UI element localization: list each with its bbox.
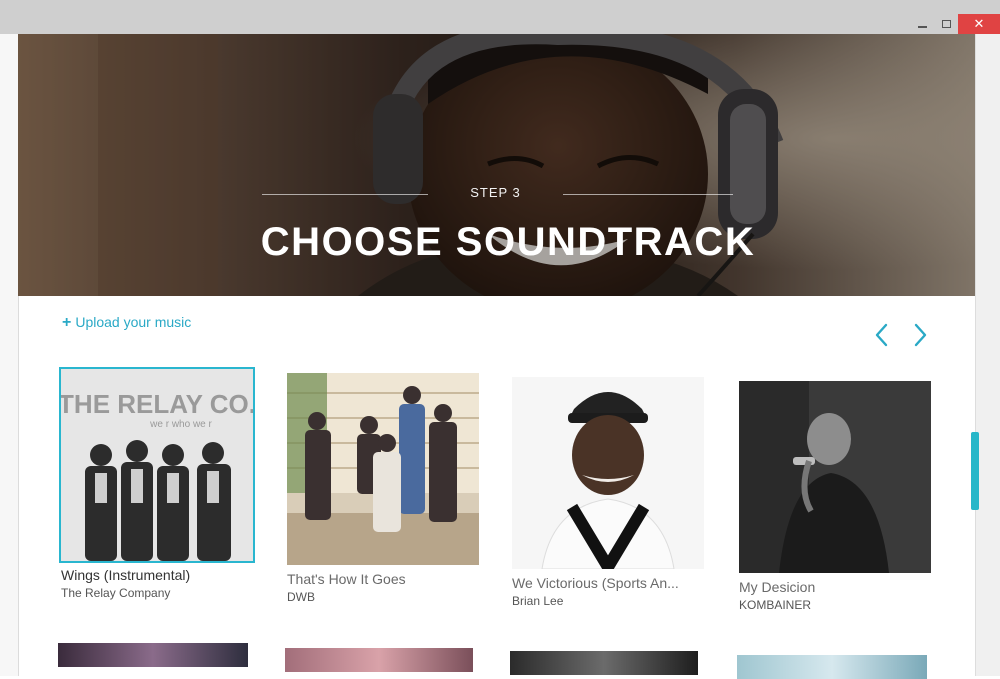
upload-music-label: Upload your music	[75, 314, 192, 330]
album-cover-art	[287, 373, 479, 565]
track-card[interactable]: That's How It Goes DWB	[287, 373, 483, 604]
album-cover	[512, 377, 704, 569]
scrollbar-track[interactable]	[975, 34, 1000, 676]
track-artist: DWB	[287, 590, 315, 604]
step-label: STEP 3	[470, 185, 521, 200]
track-title: My Desicion	[739, 579, 816, 595]
scrollbar-thumb[interactable]	[971, 432, 979, 510]
album-cover	[739, 381, 931, 573]
track-artist: Brian Lee	[512, 594, 564, 608]
album-cover	[287, 373, 479, 565]
track-title: Wings (Instrumental)	[61, 567, 191, 583]
album-cover-partial[interactable]	[737, 655, 927, 679]
track-artist: The Relay Company	[61, 586, 171, 600]
album-cover-art	[739, 381, 931, 573]
track-artist: KOMBAINER	[739, 598, 812, 612]
track-card[interactable]: We Victorious (Sports An... Brian Lee	[512, 377, 708, 608]
track-title: That's How It Goes	[287, 571, 406, 587]
cover-band-name: THE RELAY CO.	[61, 389, 253, 419]
track-card[interactable]: THE RELAY CO. we r who we r Wings (Instr…	[59, 367, 257, 600]
plus-icon: +	[62, 314, 72, 331]
page-title: CHOOSE SOUNDTRACK	[260, 220, 756, 264]
minimize-icon[interactable]	[910, 14, 934, 34]
cover-tagline: we r who we r	[149, 419, 212, 430]
maximize-icon[interactable]	[934, 14, 958, 34]
step-divider-right	[563, 194, 733, 195]
album-cover-partial[interactable]	[510, 651, 698, 675]
album-cover-art	[512, 377, 704, 569]
hero-banner: STEP 3 CHOOSE SOUNDTRACK	[18, 34, 975, 296]
album-cover-partial[interactable]	[285, 648, 473, 672]
track-title: We Victorious (Sports An...	[512, 575, 679, 591]
step-divider-left	[262, 194, 428, 195]
album-cover-partial[interactable]	[58, 643, 248, 667]
window-left-frame	[0, 34, 19, 676]
upload-music-link[interactable]: + Upload your music	[62, 314, 191, 332]
album-cover: THE RELAY CO. we r who we r	[59, 367, 255, 563]
window-titlebar: ✕	[0, 0, 1000, 35]
chevron-left-icon[interactable]	[872, 322, 892, 348]
close-icon[interactable]: ✕	[958, 14, 1000, 34]
track-card[interactable]: My Desicion KOMBAINER	[739, 381, 935, 612]
chevron-right-icon[interactable]	[910, 322, 930, 348]
album-cover-art: THE RELAY CO. we r who we r	[61, 369, 253, 561]
